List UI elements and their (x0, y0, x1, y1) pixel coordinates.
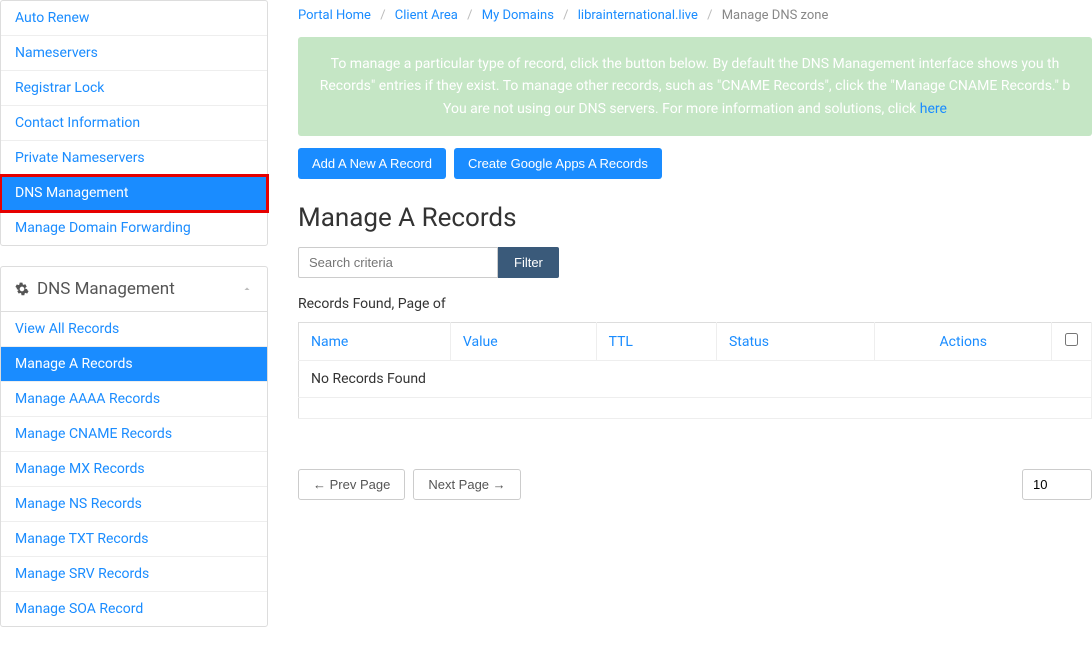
table-header-actions[interactable]: Actions (875, 323, 1052, 361)
alert-line-1: To manage a particular type of record, c… (318, 53, 1072, 75)
breadcrumb-current: Manage DNS zone (722, 8, 829, 23)
sidebar-item-private-nameservers[interactable]: Private Nameservers (1, 141, 267, 175)
table-header-value[interactable]: Value (450, 323, 596, 361)
add-a-record-button[interactable]: Add A New A Record (298, 148, 446, 179)
alert-line-2: Records" entries if they exist. To manag… (318, 75, 1072, 97)
no-records-text: No Records Found (299, 361, 1092, 398)
search-input[interactable] (298, 247, 498, 278)
dns-item-ns-records[interactable]: Manage NS Records (1, 487, 267, 521)
breadcrumb-separator: / (461, 8, 478, 23)
table-header-status[interactable]: Status (716, 323, 875, 361)
breadcrumb: Portal Home / Client Area / My Domains /… (298, 0, 1092, 37)
sidebar-domain-nav: Auto Renew Nameservers Registrar Lock Co… (0, 0, 268, 246)
sidebar-item-auto-renew[interactable]: Auto Renew (1, 1, 267, 35)
chevron-up-icon (241, 283, 253, 295)
dns-panel-header[interactable]: DNS Management (1, 267, 267, 312)
breadcrumb-my-domains[interactable]: My Domains (482, 8, 554, 23)
sidebar-item-nameservers[interactable]: Nameservers (1, 36, 267, 70)
dns-item-mx-records[interactable]: Manage MX Records (1, 452, 267, 486)
dns-item-a-records[interactable]: Manage A Records (1, 347, 267, 381)
dns-item-view-all[interactable]: View All Records (1, 312, 267, 346)
dns-item-aaaa-records[interactable]: Manage AAAA Records (1, 382, 267, 416)
dns-item-cname-records[interactable]: Manage CNAME Records (1, 417, 267, 451)
records-table: Name Value TTL Status Actions No Records… (298, 322, 1092, 419)
breadcrumb-domain[interactable]: librainternational.live (578, 8, 698, 23)
create-google-apps-button[interactable]: Create Google Apps A Records (454, 148, 662, 179)
sidebar-item-dns-management[interactable]: DNS Management (1, 176, 267, 210)
sidebar-item-domain-forwarding[interactable]: Manage Domain Forwarding (1, 211, 267, 245)
dns-item-txt-records[interactable]: Manage TXT Records (1, 522, 267, 556)
table-header-name[interactable]: Name (299, 323, 451, 361)
sidebar-item-registrar-lock[interactable]: Registrar Lock (1, 71, 267, 105)
table-spacer-row (299, 398, 1092, 419)
table-empty-row: No Records Found (299, 361, 1092, 398)
breadcrumb-separator: / (557, 8, 574, 23)
sidebar-item-contact-info[interactable]: Contact Information (1, 106, 267, 140)
next-page-button[interactable]: Next Page → (413, 469, 520, 500)
alert-line-3-prefix: You are not using our DNS servers. For m… (443, 101, 920, 117)
sidebar-dns-panel: DNS Management View All Records Manage A… (0, 266, 268, 627)
breadcrumb-separator: / (701, 8, 718, 23)
breadcrumb-client-area[interactable]: Client Area (395, 8, 458, 23)
page-size-input[interactable] (1022, 469, 1092, 500)
records-found-text: Records Found, Page of (298, 296, 1092, 312)
breadcrumb-portal-home[interactable]: Portal Home (298, 8, 371, 23)
info-alert: To manage a particular type of record, c… (298, 37, 1092, 136)
dns-panel-title: DNS Management (37, 279, 175, 299)
prev-page-button[interactable]: ← Prev Page (298, 469, 405, 500)
dns-item-srv-records[interactable]: Manage SRV Records (1, 557, 267, 591)
alert-here-link[interactable]: here (920, 101, 947, 117)
filter-button[interactable]: Filter (498, 247, 559, 278)
gear-icon (15, 282, 29, 296)
table-header-ttl[interactable]: TTL (596, 323, 716, 361)
select-all-checkbox[interactable] (1065, 333, 1078, 346)
breadcrumb-separator: / (374, 8, 391, 23)
table-header-checkbox (1052, 323, 1092, 361)
page-title: Manage A Records (298, 203, 1092, 233)
dns-item-soa-record[interactable]: Manage SOA Record (1, 592, 267, 626)
